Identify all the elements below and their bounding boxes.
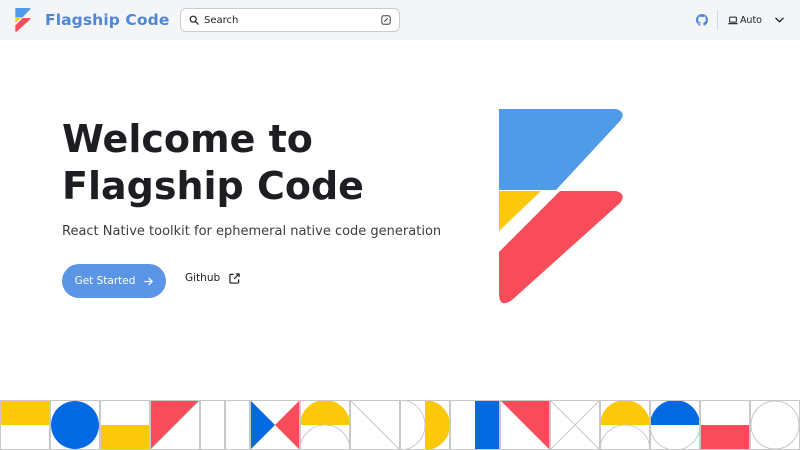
hero-title-line-1: Welcome to [62, 117, 313, 161]
get-started-button[interactable]: Get Started [62, 264, 166, 298]
search-icon [189, 15, 199, 25]
brand-title: Flagship Code [45, 11, 170, 29]
brand-link[interactable]: Flagship Code [14, 8, 169, 32]
github-icon[interactable] [695, 14, 708, 26]
brand-logo-icon [15, 8, 31, 32]
arrow-right-icon [144, 277, 154, 285]
chevron-down-icon [775, 17, 784, 23]
navbar-right: Auto [695, 0, 800, 40]
keyboard-shortcut-icon [381, 15, 391, 25]
navbar: Flagship Code Search Auto [0, 0, 800, 40]
decorative-pattern [0, 400, 800, 450]
color-mode-dropdown[interactable]: Auto [728, 15, 784, 26]
github-link[interactable]: Github [185, 272, 240, 284]
hero-logo-icon [499, 109, 623, 304]
search-button[interactable]: Search [180, 8, 400, 32]
navbar-divider [716, 10, 718, 30]
search-label: Search [204, 14, 239, 26]
external-link-icon [229, 272, 240, 284]
color-mode-label: Auto [739, 14, 762, 26]
laptop-icon [728, 16, 738, 24]
hero-title: Welcome to Flagship Code [62, 116, 462, 210]
hero-title-line-2: Flagship Code [62, 164, 364, 208]
hero-subtitle: React Native toolkit for ephemeral nativ… [62, 224, 442, 239]
get-started-label: Get Started [74, 275, 136, 287]
github-link-label: Github [185, 272, 221, 284]
